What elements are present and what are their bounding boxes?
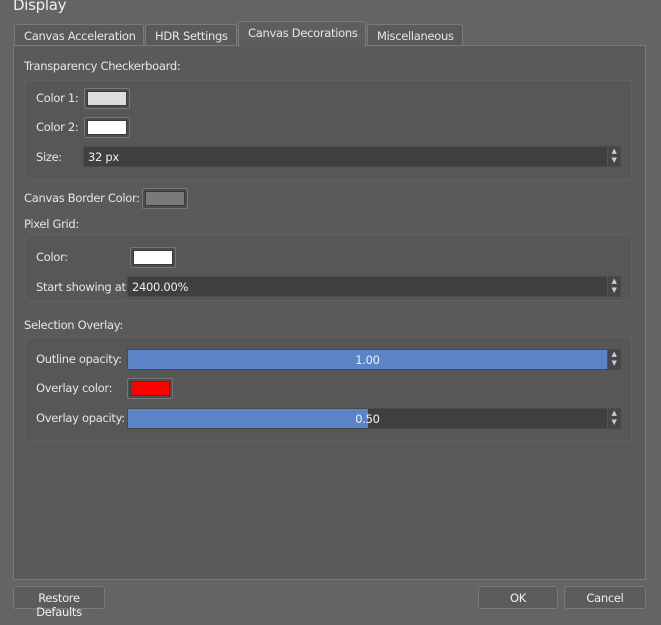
restore-defaults-button[interactable]: Restore Defaults <box>13 586 105 619</box>
size-value: 32 px <box>88 150 119 164</box>
dialog-title: Display <box>13 0 67 14</box>
size-label: Size: <box>36 150 62 164</box>
grid-color-swatch-button[interactable] <box>130 247 176 268</box>
start-showing-label: Start showing at: <box>36 280 130 294</box>
outline-opacity-slider[interactable]: 1.00 ▲ ▼ <box>127 349 621 370</box>
tab-hdr-settings[interactable]: HDR Settings <box>145 24 237 46</box>
start-showing-value: 2400.00% <box>132 280 189 294</box>
spin-arrows-icon[interactable]: ▲ ▼ <box>607 409 620 428</box>
tab-canvas-acceleration[interactable]: Canvas Acceleration <box>14 24 144 46</box>
start-showing-spinbox[interactable]: 2400.00% ▲ ▼ <box>127 276 621 297</box>
color1-swatch <box>87 91 127 106</box>
outline-opacity-label: Outline opacity: <box>36 352 122 366</box>
color2-swatch-button[interactable] <box>84 117 130 138</box>
color2-swatch <box>87 120 127 135</box>
overlay-color-swatch-button[interactable] <box>127 378 173 399</box>
spin-arrows-icon[interactable]: ▲ ▼ <box>607 147 620 166</box>
grid-color-swatch <box>133 250 173 265</box>
ok-button[interactable]: OK <box>478 586 558 609</box>
spin-arrows-icon[interactable]: ▲ ▼ <box>607 277 620 296</box>
canvas-border-label: Canvas Border Color: <box>24 191 140 205</box>
color1-swatch-button[interactable] <box>84 88 130 109</box>
checkerboard-heading: Transparency Checkerboard: <box>24 59 181 73</box>
cancel-button[interactable]: Cancel <box>564 586 646 609</box>
overlay-opacity-value: 0.50 <box>355 412 380 426</box>
spin-arrows-icon[interactable]: ▲ ▼ <box>607 350 620 369</box>
color2-label: Color 2: <box>36 120 79 134</box>
overlay-opacity-label: Overlay opacity: <box>36 411 125 425</box>
outline-opacity-value: 1.00 <box>355 353 380 367</box>
canvas-border-swatch-button[interactable] <box>142 188 188 209</box>
grid-color-label: Color: <box>36 250 68 264</box>
selection-overlay-heading: Selection Overlay: <box>24 318 123 332</box>
overlay-color-swatch <box>130 381 170 396</box>
overlay-color-label: Overlay color: <box>36 381 113 395</box>
canvas-border-swatch <box>145 191 185 206</box>
color1-label: Color 1: <box>36 91 79 105</box>
size-spinbox[interactable]: 32 px ▲ ▼ <box>83 146 621 167</box>
overlay-opacity-slider[interactable]: 0.50 ▲ ▼ <box>127 408 621 429</box>
pixel-grid-heading: Pixel Grid: <box>24 217 79 231</box>
tab-canvas-decorations[interactable]: Canvas Decorations <box>238 21 366 47</box>
tab-miscellaneous[interactable]: Miscellaneous <box>367 24 463 46</box>
